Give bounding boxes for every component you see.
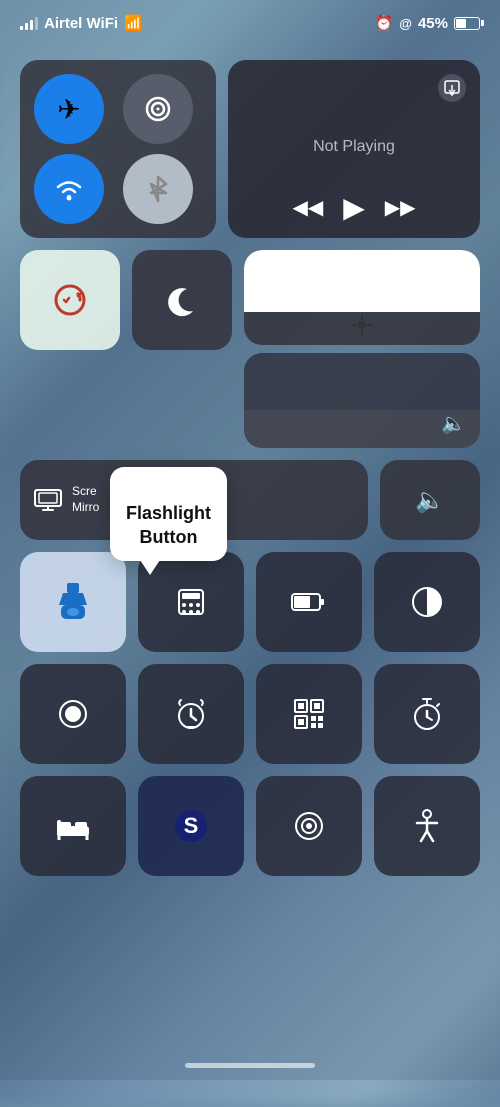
- volume-slider[interactable]: 🔈: [244, 353, 480, 448]
- airplane-icon: ✈: [57, 93, 80, 126]
- media-controls: ◀◀ ▶ ▶▶: [242, 191, 466, 224]
- do-not-disturb-button[interactable]: [132, 250, 232, 350]
- airplay-icon: [444, 80, 460, 96]
- flashlight-tooltip: Flashlight Button: [110, 467, 227, 561]
- battery-icon: [454, 17, 480, 30]
- airplay-button[interactable]: [438, 74, 466, 102]
- status-left: Airtel WiFi 📶: [20, 14, 143, 32]
- control-center: ✈: [20, 50, 480, 886]
- connectivity-panel: ✈: [20, 60, 216, 238]
- volume-control-icon: 🔈: [415, 486, 445, 515]
- brightness-icon: [352, 315, 372, 335]
- cellular-data-button[interactable]: [123, 74, 193, 144]
- low-power-button[interactable]: [256, 552, 362, 652]
- flashlight-button[interactable]: [20, 552, 126, 652]
- timer-button[interactable]: [374, 664, 480, 764]
- play-pause-button[interactable]: ▶: [343, 191, 365, 224]
- volume-icon: 🔈: [441, 411, 466, 436]
- bluetooth-icon: [147, 173, 169, 205]
- brightness-slider[interactable]: [244, 250, 480, 345]
- calculator-icon: [175, 586, 207, 618]
- icon-grid-row-1: [20, 552, 480, 652]
- screen-lock-icon: [52, 282, 88, 318]
- icon-row-1-wrapper: Flashlight Button: [20, 552, 480, 652]
- next-track-button[interactable]: ▶▶: [385, 195, 416, 220]
- shazam2-button[interactable]: [256, 776, 362, 876]
- brightness-fill: [244, 250, 480, 312]
- alarm-icon: ⏰: [375, 14, 394, 32]
- carrier-name: Airtel WiFi: [44, 15, 118, 32]
- screen-mirror-row: ScreMirro 🔈: [20, 460, 480, 540]
- tooltip-text: Flashlight Button: [126, 503, 211, 546]
- bluetooth-button[interactable]: [123, 154, 193, 224]
- cellular-icon: [143, 94, 173, 124]
- shazam2-icon: [292, 809, 326, 843]
- sliders-panel: 🔈: [244, 250, 480, 448]
- moon-icon: [165, 283, 199, 317]
- wifi-icon: 📶: [124, 14, 143, 32]
- screen-mirror-label: ScreMirro: [72, 484, 99, 515]
- previous-track-button[interactable]: ◀◀: [292, 195, 323, 220]
- shazam-button[interactable]: S: [138, 776, 244, 876]
- mid-row: 🔈: [20, 250, 480, 448]
- battery-indicator: [454, 17, 480, 30]
- home-indicator[interactable]: [185, 1063, 315, 1068]
- record-icon: [57, 698, 89, 730]
- screen-record-button[interactable]: [20, 664, 126, 764]
- status-bar: Airtel WiFi 📶 ⏰ @ 45%: [0, 0, 500, 40]
- top-row: ✈: [20, 60, 480, 238]
- battery-percent: 45%: [418, 15, 448, 32]
- location-icon: @: [399, 16, 412, 31]
- status-right: ⏰ @ 45%: [375, 14, 480, 32]
- now-playing-label: Not Playing: [242, 138, 466, 156]
- volume-control-button[interactable]: 🔈: [380, 460, 480, 540]
- screen: Airtel WiFi 📶 ⏰ @ 45% ✈: [0, 0, 500, 1080]
- airplane-mode-button[interactable]: ✈: [34, 74, 104, 144]
- alarm-button[interactable]: [138, 664, 244, 764]
- wifi-button[interactable]: [34, 154, 104, 224]
- flashlight-icon: [59, 583, 87, 621]
- shazam-icon: S: [173, 808, 209, 844]
- battery-fill: [456, 19, 466, 28]
- sun-icon: [352, 315, 372, 335]
- accessibility-icon: [411, 809, 443, 843]
- screen-lock-button[interactable]: [20, 250, 120, 350]
- screen-mirror-icon: [34, 489, 62, 511]
- sleep-button[interactable]: [20, 776, 126, 876]
- grayscale-button[interactable]: [374, 552, 480, 652]
- media-top: [242, 74, 466, 102]
- alarm-icon: [174, 697, 208, 731]
- bed-icon: [55, 812, 91, 840]
- icon-grid-row-3: S: [20, 776, 480, 876]
- timer-icon: [411, 697, 443, 731]
- accessibility-button[interactable]: [374, 776, 480, 876]
- icon-grid-row-2: [20, 664, 480, 764]
- qr-code-button[interactable]: [256, 664, 362, 764]
- media-player-panel: Not Playing ◀◀ ▶ ▶▶: [228, 60, 480, 238]
- qr-icon: [293, 698, 325, 730]
- grayscale-icon: [410, 585, 444, 619]
- signal-bars-icon: [20, 16, 38, 30]
- battery-low-icon: [291, 591, 327, 613]
- wifi-icon: [53, 175, 85, 203]
- svg-text:S: S: [184, 813, 199, 838]
